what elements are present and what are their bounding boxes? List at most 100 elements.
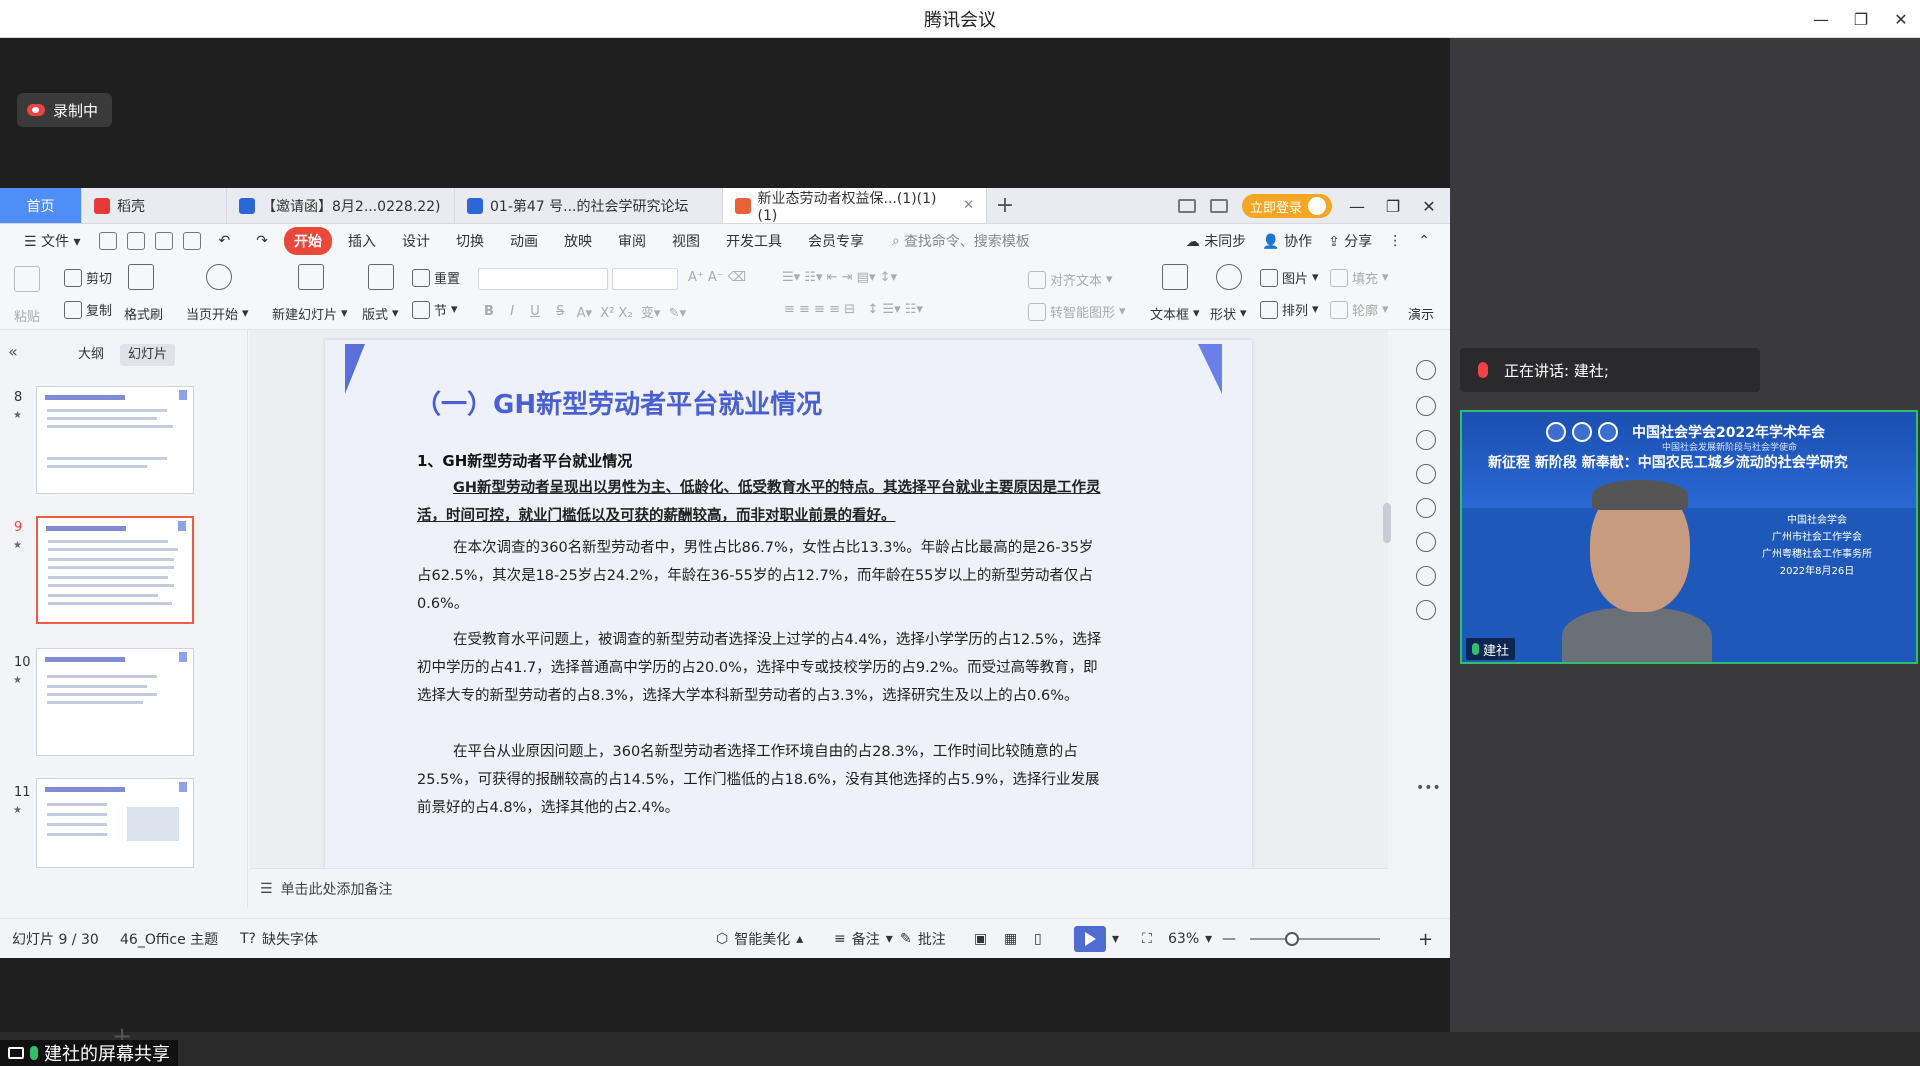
menu-member[interactable]: 会员专享 bbox=[798, 227, 874, 255]
image-button[interactable]: 图片 ▾ bbox=[1260, 268, 1319, 287]
zoom-level[interactable]: 63% ▾ bbox=[1168, 919, 1212, 959]
tab-invitation-doc[interactable]: 【邀请函】8月2...0228.22) bbox=[227, 188, 455, 223]
menu-developer[interactable]: 开发工具 bbox=[716, 227, 792, 255]
present-button[interactable]: 演示 bbox=[1408, 304, 1434, 323]
tab-slides[interactable]: 幻灯片 bbox=[120, 344, 176, 366]
help-icon[interactable] bbox=[1416, 498, 1436, 518]
zoom-in-button[interactable]: + bbox=[1418, 919, 1433, 959]
redo-icon[interactable]: ↷ bbox=[246, 229, 278, 253]
align-text-button[interactable]: 对齐文本 ▾ bbox=[1028, 270, 1113, 289]
section-button[interactable]: 节 ▾ bbox=[412, 300, 458, 319]
textbox-icon[interactable] bbox=[1162, 264, 1188, 290]
tab-active-ppt[interactable]: 新业态劳动者权益保...(1)(1)(1) ✕ bbox=[723, 188, 987, 224]
zoom-slider-knob[interactable] bbox=[1285, 932, 1299, 946]
comment-button[interactable]: ✎ 批注 bbox=[900, 919, 946, 959]
participant-video-tile[interactable]: 中国社会学会2022年学术年会 中国社会发展新阶段与社会学使命 新征程 新阶段 … bbox=[1460, 410, 1918, 664]
save-icon[interactable] bbox=[98, 232, 117, 250]
theme-name[interactable]: 46_Office 主题 bbox=[120, 919, 218, 959]
missing-font-button[interactable]: T? 缺失字体 bbox=[240, 919, 318, 959]
education-paragraph[interactable]: 在受教育水平问题上，被调查的新型劳动者选择没上过学的占4.4%，选择小学学历的占… bbox=[417, 626, 1107, 710]
login-button[interactable]: 立即登录 bbox=[1241, 194, 1332, 218]
sorter-view-icon[interactable]: ▦ bbox=[1004, 919, 1017, 959]
slide-canvas[interactable]: （一）GH新型劳动者平台就业情况 1、GH新型劳动者平台就业情况 GH新型劳动者… bbox=[250, 330, 1388, 868]
copy-button[interactable]: 复制 bbox=[64, 300, 112, 319]
gender-age-paragraph[interactable]: 在本次调查的360名新型劳动者中，男性占比86.7%，女性占比13.3%。年龄占… bbox=[417, 534, 1107, 618]
play-icon[interactable] bbox=[206, 264, 232, 290]
restore-icon[interactable]: ❐ bbox=[1382, 195, 1404, 217]
print-icon[interactable] bbox=[154, 232, 173, 250]
menu-view[interactable]: 视图 bbox=[662, 227, 710, 255]
reading-view-icon[interactable]: ▯ bbox=[1034, 919, 1042, 959]
grid-icon[interactable] bbox=[1209, 199, 1228, 213]
normal-view-icon[interactable]: ▣ bbox=[974, 919, 987, 959]
comment-icon[interactable] bbox=[1416, 464, 1436, 484]
vertical-scrollbar[interactable] bbox=[1380, 333, 1394, 868]
tab-outline[interactable]: 大纲 bbox=[70, 344, 112, 366]
grow-font-icon[interactable]: A⁺ A⁻ ⌫ bbox=[688, 270, 746, 285]
format-painter-button[interactable]: 格式刷 bbox=[124, 304, 163, 323]
fill-button[interactable]: 填充 ▾ bbox=[1330, 268, 1389, 287]
align-icons[interactable]: ≡ ≡ ≡ ≡ ⊟ ↕ ☰▾ ☷▾ bbox=[784, 302, 923, 317]
current-slide[interactable]: （一）GH新型劳动者平台就业情况 1、GH新型劳动者平台就业情况 GH新型劳动者… bbox=[325, 340, 1252, 868]
close-icon[interactable]: ✕ bbox=[1418, 195, 1440, 217]
zoom-out-button[interactable]: — bbox=[1222, 919, 1236, 959]
tab-docer[interactable]: 稻壳 bbox=[82, 188, 227, 223]
close-icon[interactable]: ✕ bbox=[1890, 8, 1912, 30]
key-finding-paragraph[interactable]: GH新型劳动者呈现出以男性为主、低龄化、低受教育水平的特点。其选择平台就业主要原… bbox=[417, 474, 1107, 530]
outline-button[interactable]: 轮廓 ▾ bbox=[1330, 300, 1389, 319]
preview-icon[interactable] bbox=[182, 232, 201, 250]
start-current-button[interactable]: 当页开始 ▾ bbox=[186, 304, 249, 323]
textbox-button[interactable]: 文本框 ▾ bbox=[1150, 304, 1200, 323]
slide-thumbnail-8[interactable] bbox=[36, 386, 194, 494]
arrange-button[interactable]: 排列 ▾ bbox=[1260, 300, 1319, 319]
cube-icon[interactable] bbox=[1416, 566, 1436, 586]
convert-smartart-button[interactable]: 转智能图形 ▾ bbox=[1028, 302, 1126, 321]
paste-button[interactable]: 粘贴 bbox=[14, 306, 40, 325]
text-format-icons[interactable]: B I U S A▾ X² X₂ 变▾ ✎▾ bbox=[484, 302, 686, 321]
slide-subheading[interactable]: 1、GH新型劳动者平台就业情况 bbox=[417, 450, 632, 471]
shape-button[interactable]: 形状 ▾ bbox=[1210, 304, 1247, 323]
pin-icon[interactable] bbox=[1416, 430, 1436, 450]
slide-thumbnail-10[interactable] bbox=[36, 648, 194, 756]
zoom-slider[interactable] bbox=[1250, 932, 1380, 946]
collapse-ribbon-icon[interactable]: ⌃ bbox=[1418, 233, 1430, 249]
menu-design[interactable]: 设计 bbox=[392, 227, 440, 255]
slide-title[interactable]: （一）GH新型劳动者平台就业情况 bbox=[415, 384, 822, 421]
brush-icon[interactable] bbox=[128, 264, 154, 290]
command-search[interactable]: ⌕ 查找命令、搜索模板 bbox=[892, 231, 1030, 251]
smart-beautify-button[interactable]: ⬡ 智能美化 ▴ bbox=[716, 919, 803, 959]
paste-icon[interactable] bbox=[14, 266, 40, 292]
new-slide-icon[interactable] bbox=[298, 264, 324, 290]
slideshow-button[interactable]: ▾ bbox=[1074, 919, 1119, 959]
list-icons[interactable]: ☰▾ ☷▾ ⇤ ⇥ ▤▾ ↕▾ bbox=[782, 270, 897, 285]
tab-forum-doc[interactable]: 01-第47 号...的社会学研究论坛 bbox=[455, 188, 723, 223]
image-edit-icon[interactable] bbox=[1416, 532, 1436, 552]
compass-icon[interactable] bbox=[1416, 600, 1436, 620]
menu-review[interactable]: 审阅 bbox=[608, 227, 656, 255]
new-slide-button[interactable]: 新建幻灯片 ▾ bbox=[272, 304, 348, 323]
reasons-paragraph[interactable]: 在平台从业原因问题上，360名新型劳动者选择工作环境自由的占28.3%，工作时间… bbox=[417, 738, 1107, 822]
minimize-icon[interactable]: — bbox=[1810, 8, 1832, 30]
fit-window-icon[interactable]: ⛶ bbox=[1142, 919, 1152, 959]
restore-icon[interactable]: ❐ bbox=[1850, 8, 1872, 30]
menu-file[interactable]: ☰ 文件 ▾ bbox=[14, 227, 91, 255]
share-button[interactable]: ⇪ 分享 bbox=[1328, 231, 1372, 251]
font-family-select[interactable] bbox=[478, 268, 608, 290]
rocket-icon[interactable] bbox=[1416, 360, 1436, 380]
menu-slideshow[interactable]: 放映 bbox=[554, 227, 602, 255]
slide-thumbnail-9[interactable] bbox=[36, 516, 194, 624]
notes-area[interactable]: ☰ 单击此处添加备注 bbox=[250, 868, 1388, 908]
recording-badge[interactable]: 录制中 bbox=[17, 93, 113, 127]
slide-thumbnail-11[interactable] bbox=[36, 778, 194, 868]
tab-home[interactable]: 首页 bbox=[0, 188, 82, 223]
layout-icon[interactable] bbox=[1177, 199, 1196, 213]
minimize-icon[interactable]: — bbox=[1346, 195, 1368, 217]
close-tab-icon[interactable]: ✕ bbox=[963, 198, 974, 213]
export-icon[interactable] bbox=[126, 232, 145, 250]
more-icon[interactable]: ••• bbox=[1416, 780, 1441, 796]
layout-button[interactable]: 版式 ▾ bbox=[362, 304, 399, 323]
cut-button[interactable]: 剪切 bbox=[64, 268, 112, 287]
menu-animation[interactable]: 动画 bbox=[500, 227, 548, 255]
font-size-select[interactable] bbox=[612, 268, 678, 290]
notes-toggle-button[interactable]: ≡ 备注 ▾ bbox=[834, 919, 893, 959]
